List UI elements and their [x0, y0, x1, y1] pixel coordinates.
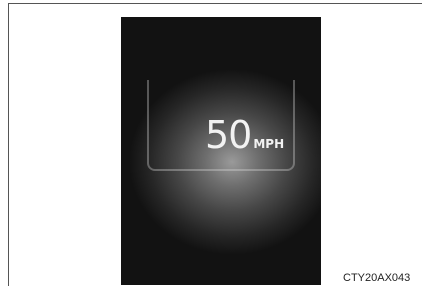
- frame-border-left: [8, 3, 9, 286]
- frame-border-top: [8, 3, 422, 4]
- manual-page: 50 MPH CTY20AX043: [0, 0, 422, 286]
- figure-code: CTY20AX043: [343, 272, 411, 284]
- instrument-display-panel: 50 MPH: [121, 17, 321, 285]
- speed-value: 50: [205, 113, 252, 157]
- speed-unit: MPH: [253, 137, 285, 151]
- speed-readout: 50 MPH: [205, 116, 284, 154]
